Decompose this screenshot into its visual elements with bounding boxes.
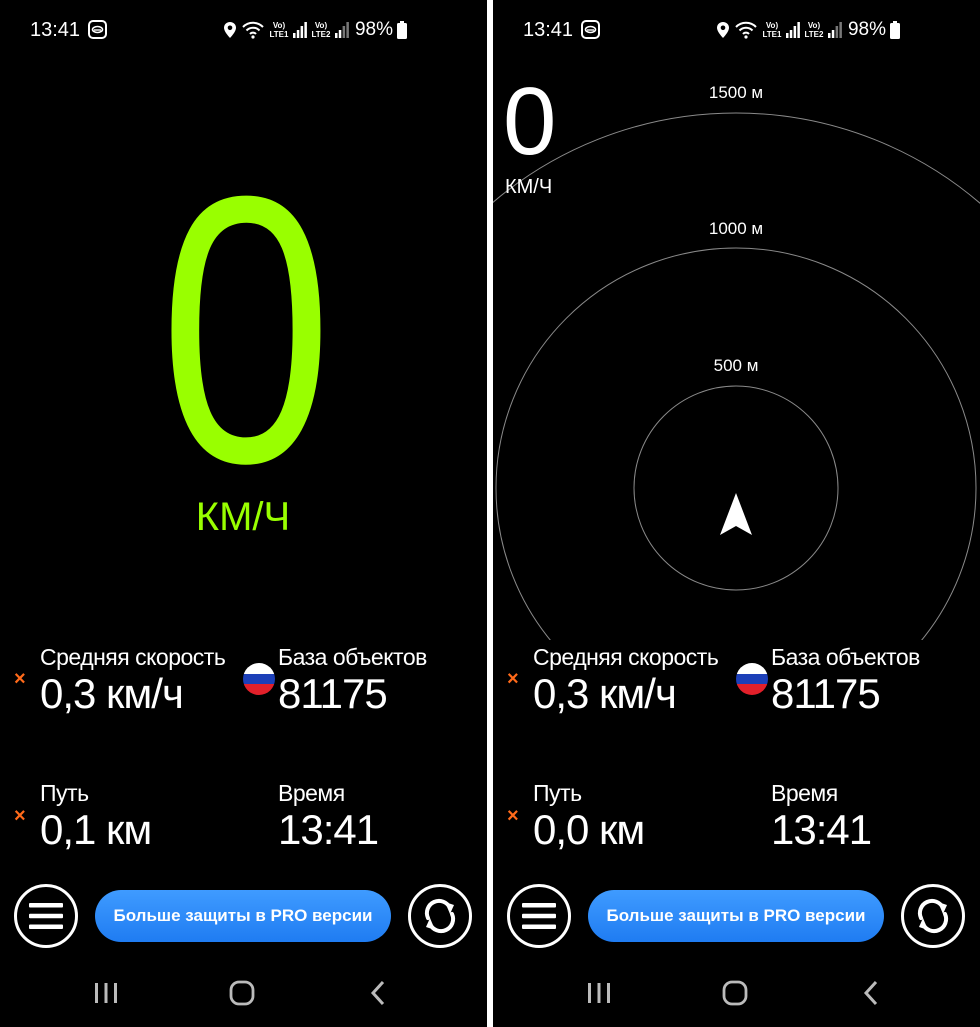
- radar-label-1500: 1500 м: [709, 83, 763, 102]
- radar-label-1000: 1000 м: [709, 219, 763, 238]
- location-icon: [223, 21, 237, 39]
- database-label: База объектов: [278, 644, 427, 670]
- russia-flag-icon: [243, 663, 275, 695]
- pro-version-button[interactable]: Больше защиты в PRO версии: [95, 890, 391, 942]
- battery-icon: [397, 21, 407, 39]
- menu-button[interactable]: [507, 884, 571, 948]
- reset-avg-speed-icon[interactable]: ×: [507, 668, 519, 691]
- time-value: 13:41: [278, 806, 379, 853]
- avg-speed-label: Средняя скорость: [533, 644, 719, 670]
- back-icon: [370, 980, 385, 1006]
- refresh-button[interactable]: [408, 884, 472, 948]
- time-label: Время: [278, 780, 345, 806]
- reset-avg-speed-icon[interactable]: ×: [14, 668, 26, 691]
- status-icons: Vo) LTE1 Vo) LTE2 98%: [223, 18, 407, 42]
- database-value: 81175: [771, 670, 881, 717]
- distance-value: 0,1 км: [40, 806, 152, 853]
- sim2-label: Vo) LTE2: [311, 21, 331, 39]
- home-button[interactable]: [715, 978, 755, 1008]
- avg-speed-value: 0,3 км/ч: [533, 670, 677, 717]
- refresh-icon: [424, 898, 456, 934]
- recent-apps-icon: [95, 983, 117, 1003]
- avg-speed-value: 0,3 км/ч: [40, 670, 184, 717]
- battery-percent: 98%: [354, 19, 393, 40]
- avg-speed-label: Средняя скорость: [40, 644, 226, 670]
- pro-version-button[interactable]: Больше защиты в PRO версии: [588, 890, 884, 942]
- status-bar: 13:41 Vo) LTE1 Vo) LTE2 98%: [0, 0, 487, 60]
- radar-ring-500: [633, 385, 839, 591]
- wifi-icon: [241, 21, 265, 39]
- speed-value: 0: [159, 117, 332, 542]
- menu-icon: [522, 903, 556, 929]
- app-notification-icon: [88, 20, 107, 39]
- signal-icon: [292, 22, 307, 38]
- back-icon: [863, 980, 878, 1006]
- signal-icon: [334, 22, 349, 38]
- distance-value: 0,0 км: [533, 806, 645, 853]
- recent-apps-button[interactable]: [86, 978, 126, 1008]
- database-value: 81175: [278, 670, 388, 717]
- russia-flag-icon: [736, 663, 768, 695]
- speed-value: 0: [503, 68, 557, 175]
- home-button[interactable]: [222, 978, 262, 1008]
- radar-screen: 13:41 Vo) LTE1 Vo) LTE2 98% 1500 м 1000 …: [493, 0, 980, 1027]
- home-icon: [229, 980, 255, 1006]
- distance-label: Путь: [533, 780, 582, 806]
- reset-distance-icon[interactable]: ×: [14, 805, 26, 828]
- database-label: База объектов: [771, 644, 920, 670]
- recent-apps-button[interactable]: [579, 978, 619, 1008]
- back-button[interactable]: [851, 978, 891, 1008]
- speedometer-screen: 13:41 Vo) LTE1 Vo) LTE2 98% 0 КМ/Ч × Сре…: [0, 0, 487, 1027]
- speed-unit: КМ/Ч: [195, 495, 291, 539]
- radar-label-500: 500 м: [714, 356, 759, 375]
- recent-apps-icon: [588, 983, 610, 1003]
- time-value: 13:41: [771, 806, 872, 853]
- back-button[interactable]: [358, 978, 398, 1008]
- speed-unit: КМ/Ч: [505, 176, 553, 198]
- distance-label: Путь: [40, 780, 89, 806]
- vehicle-arrow-icon: [720, 493, 752, 535]
- menu-button[interactable]: [14, 884, 78, 948]
- sim1-label: Vo) LTE1: [269, 21, 289, 39]
- refresh-button[interactable]: [901, 884, 965, 948]
- radar-ring-1000: [495, 247, 977, 640]
- home-icon: [722, 980, 748, 1006]
- radar-view: 1500 м 1000 м 500 м: [493, 78, 980, 640]
- refresh-icon: [917, 898, 949, 934]
- status-time: 13:41: [30, 19, 81, 41]
- time-label: Время: [771, 780, 838, 806]
- menu-icon: [29, 903, 63, 929]
- reset-distance-icon[interactable]: ×: [507, 805, 519, 828]
